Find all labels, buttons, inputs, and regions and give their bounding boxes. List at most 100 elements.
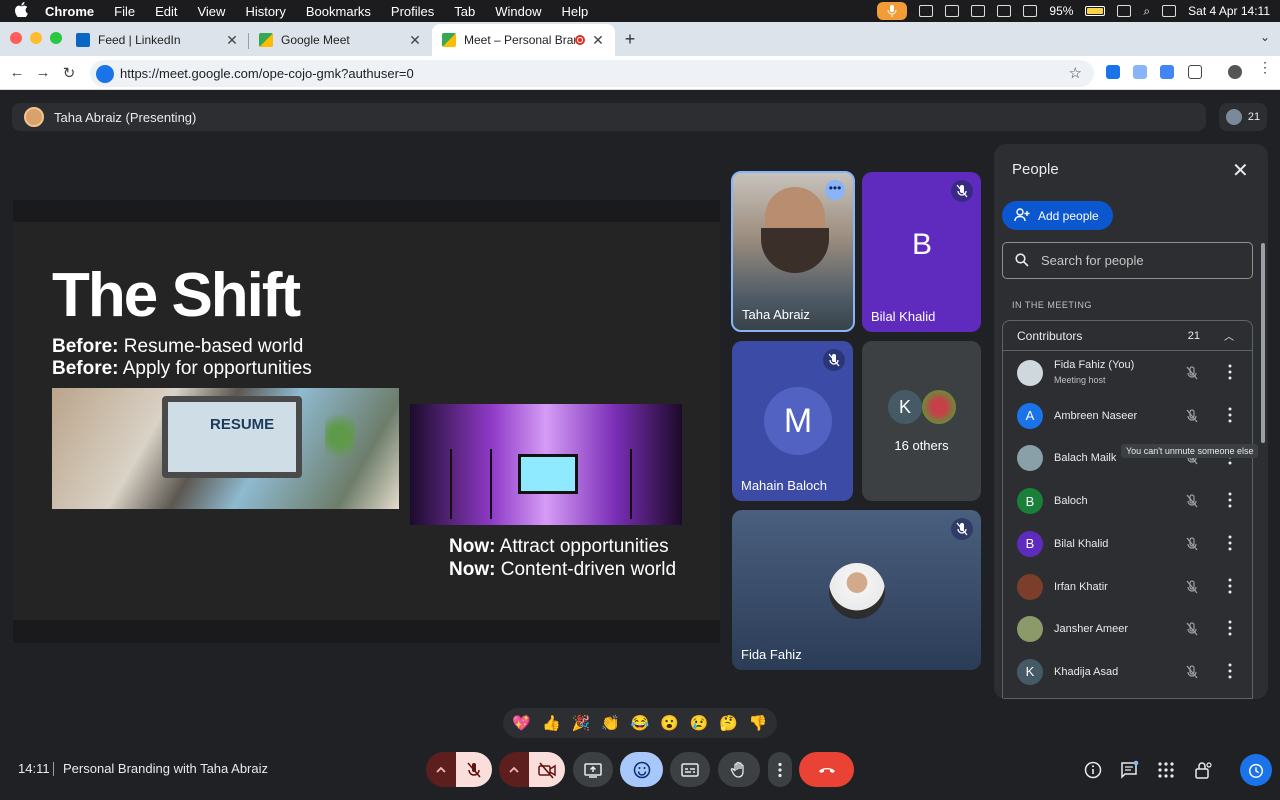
camera-toggle-button[interactable] bbox=[529, 752, 565, 787]
address-bar[interactable]: https://meet.google.com/ope-cojo-gmk?aut… bbox=[90, 60, 1094, 87]
reaction-thinking[interactable]: 🤔 bbox=[719, 714, 738, 732]
reactions-button[interactable] bbox=[620, 752, 663, 787]
host-controls-lock-icon[interactable] bbox=[1193, 760, 1213, 780]
reaction-thumbs-up[interactable]: 👍 bbox=[542, 714, 561, 732]
tray-icon-2[interactable] bbox=[945, 5, 960, 17]
chevron-up-icon[interactable]: ︿ bbox=[1224, 328, 1234, 343]
url-text[interactable]: https://meet.google.com/ope-cojo-gmk?aut… bbox=[120, 66, 414, 81]
mic-off-icon[interactable] bbox=[1183, 535, 1201, 553]
mic-in-use-icon[interactable] bbox=[877, 2, 908, 20]
menu-edit[interactable]: Edit bbox=[155, 4, 177, 19]
more-vert-icon[interactable] bbox=[1227, 578, 1233, 594]
tile-taha-abraiz[interactable]: ••• Taha Abraiz bbox=[731, 171, 855, 332]
more-options-button[interactable] bbox=[768, 752, 792, 787]
participant-row[interactable]: A Ambreen Naseer bbox=[1003, 395, 1252, 437]
menu-chrome[interactable]: Chrome bbox=[45, 4, 94, 19]
more-vert-icon[interactable] bbox=[1227, 364, 1233, 380]
mic-toggle-button[interactable] bbox=[456, 752, 492, 787]
video-options-button[interactable] bbox=[499, 752, 529, 787]
participant-row[interactable]: Fida Fahiz (You) Meeting host bbox=[1003, 352, 1252, 394]
participants-count-button[interactable]: 21 bbox=[1219, 103, 1267, 131]
extension-icon-2[interactable] bbox=[1133, 65, 1147, 79]
mic-off-icon[interactable] bbox=[1183, 407, 1201, 425]
reaction-laugh[interactable]: 😂 bbox=[631, 714, 650, 732]
spotlight-icon[interactable]: ⌕ bbox=[1143, 4, 1150, 19]
reaction-surprised[interactable]: 😮 bbox=[660, 714, 679, 732]
back-arrow-icon[interactable]: ← bbox=[4, 64, 30, 81]
display-icon[interactable] bbox=[971, 5, 986, 17]
close-tab-icon[interactable]: ✕ bbox=[408, 32, 422, 49]
site-mic-icon[interactable] bbox=[96, 64, 114, 83]
apple-icon[interactable] bbox=[15, 2, 31, 20]
tile-others[interactable]: K 16 others bbox=[862, 341, 981, 501]
menu-file[interactable]: File bbox=[114, 4, 135, 19]
people-scrollbar[interactable] bbox=[1261, 243, 1265, 443]
close-icon[interactable]: ✕ bbox=[1232, 158, 1249, 183]
meeting-info-icon[interactable] bbox=[1083, 760, 1103, 780]
contributors-header[interactable]: Contributors 21 ︿ bbox=[1003, 321, 1252, 351]
reaction-heart[interactable]: 💖 bbox=[512, 714, 531, 732]
menubar-datetime[interactable]: Sat 4 Apr 14:11 bbox=[1188, 4, 1270, 18]
extension-icon-3[interactable] bbox=[1160, 65, 1174, 79]
tab-search-chevron-icon[interactable]: ⌄ bbox=[1260, 30, 1270, 44]
menu-tab[interactable]: Tab bbox=[454, 4, 475, 19]
minimize-window-button[interactable] bbox=[30, 32, 42, 44]
reaction-clap[interactable]: 👏 bbox=[601, 714, 620, 732]
tab-google-meet[interactable]: Google Meet ✕ bbox=[249, 24, 432, 56]
menu-history[interactable]: History bbox=[245, 4, 285, 19]
present-screen-button[interactable] bbox=[573, 752, 613, 787]
chrome-menu-icon[interactable]: ⋮ bbox=[1258, 60, 1272, 79]
forward-arrow-icon[interactable]: → bbox=[30, 64, 56, 81]
search-people-input[interactable]: Search for people bbox=[1002, 242, 1253, 279]
mic-off-icon[interactable] bbox=[1183, 364, 1201, 382]
zoom-window-button[interactable] bbox=[50, 32, 62, 44]
mic-off-icon[interactable] bbox=[1183, 578, 1201, 596]
more-vert-icon[interactable] bbox=[1227, 620, 1233, 636]
leave-call-button[interactable] bbox=[799, 752, 854, 787]
extensions-puzzle-icon[interactable] bbox=[1188, 65, 1202, 79]
menu-view[interactable]: View bbox=[197, 4, 225, 19]
tile-bilal-khalid[interactable]: B Bilal Khalid bbox=[862, 172, 981, 332]
mic-off-icon[interactable] bbox=[1183, 620, 1201, 638]
tile-fida-fahiz[interactable]: Fida Fahiz bbox=[732, 510, 981, 670]
close-tab-icon[interactable]: ✕ bbox=[225, 32, 239, 49]
tab-meet-personal-branding[interactable]: Meet – Personal Branding ✕ bbox=[432, 24, 615, 56]
menu-bookmarks[interactable]: Bookmarks bbox=[306, 4, 371, 19]
close-window-button[interactable] bbox=[10, 32, 22, 44]
participant-row[interactable]: B Bilal Khalid bbox=[1003, 523, 1252, 565]
reaction-party[interactable]: 🎉 bbox=[572, 714, 591, 732]
extension-icon-1[interactable] bbox=[1106, 65, 1120, 79]
captions-button[interactable] bbox=[670, 752, 710, 787]
reaction-sad[interactable]: 😢 bbox=[690, 714, 709, 732]
more-vert-icon[interactable] bbox=[1227, 492, 1233, 508]
menu-window[interactable]: Window bbox=[495, 4, 541, 19]
bookmark-star-icon[interactable]: ☆ bbox=[1069, 64, 1082, 82]
participant-row[interactable]: Irfan Khatir bbox=[1003, 566, 1252, 608]
reload-icon[interactable]: ↻ bbox=[56, 64, 82, 82]
reaction-thumbs-down[interactable]: 👎 bbox=[749, 714, 768, 732]
menu-help[interactable]: Help bbox=[562, 4, 589, 19]
participant-row[interactable]: K Khadija Asad bbox=[1003, 651, 1252, 693]
add-people-button[interactable]: Add people bbox=[1002, 201, 1113, 230]
more-vert-icon[interactable] bbox=[1227, 663, 1233, 679]
chat-icon[interactable] bbox=[1119, 760, 1139, 780]
menu-profiles[interactable]: Profiles bbox=[391, 4, 434, 19]
audio-options-button[interactable] bbox=[426, 752, 456, 787]
tab-linkedin[interactable]: Feed | LinkedIn ✕ bbox=[66, 24, 249, 56]
close-tab-icon[interactable]: ✕ bbox=[591, 32, 605, 49]
participant-row[interactable]: B Baloch bbox=[1003, 480, 1252, 522]
participant-row[interactable]: Jansher Ameer bbox=[1003, 608, 1252, 650]
raise-hand-button[interactable] bbox=[718, 752, 760, 787]
wifi-icon[interactable] bbox=[1117, 5, 1132, 17]
mic-off-icon[interactable] bbox=[1183, 663, 1201, 681]
app-tray-icon[interactable] bbox=[919, 5, 934, 17]
more-vert-icon[interactable] bbox=[1227, 535, 1233, 551]
more-vert-icon[interactable] bbox=[1227, 407, 1233, 423]
bluetooth-icon[interactable] bbox=[1023, 5, 1038, 17]
more-options-icon[interactable]: ••• bbox=[825, 180, 845, 200]
tile-mahain-baloch[interactable]: M Mahain Baloch bbox=[732, 341, 853, 501]
control-center-icon[interactable] bbox=[1162, 5, 1177, 17]
airdrop-icon[interactable] bbox=[997, 5, 1012, 17]
new-tab-button[interactable]: + bbox=[615, 24, 645, 56]
mic-off-icon[interactable] bbox=[1183, 492, 1201, 510]
